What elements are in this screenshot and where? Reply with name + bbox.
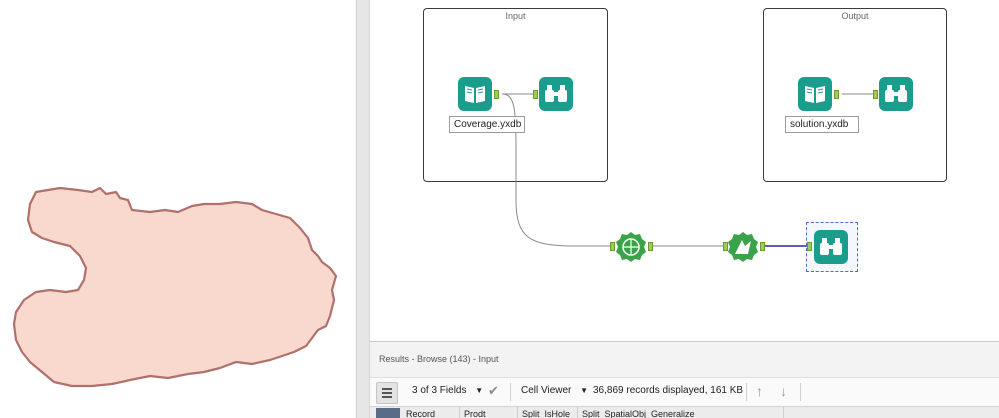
records-status: 36,869 records displayed, 161 KB	[593, 385, 744, 396]
results-title: Results - Browse (143) - Input	[379, 354, 499, 364]
results-panel-header: Results - Browse (143) - Input	[370, 341, 999, 377]
cell-viewer-label: Cell Viewer	[521, 385, 572, 396]
input-data-tool[interactable]	[458, 77, 492, 111]
book-icon	[465, 86, 485, 103]
chevron-down-icon: ▼	[580, 386, 589, 395]
map-preview-pane	[0, 0, 356, 418]
binoculars-icon	[885, 85, 907, 102]
browse-output-input-anchor[interactable]	[873, 90, 878, 99]
browse-tool-input[interactable]	[539, 77, 573, 111]
browse-tool-output[interactable]	[879, 77, 913, 111]
list-view-button[interactable]	[376, 382, 398, 404]
results-toolbar: 3 of 3 Fields ▼ ✔ Cell Viewer ▼ 36,869 r…	[370, 377, 999, 406]
output-output-anchor[interactable]	[834, 90, 839, 99]
binoculars-icon	[820, 238, 842, 255]
spatial-process-icon	[616, 232, 646, 262]
input-output-anchor[interactable]	[494, 90, 499, 99]
browse-selected-input-anchor[interactable]	[807, 242, 812, 251]
list-view-icon	[382, 388, 392, 398]
chevron-down-icon: ▼	[475, 386, 484, 395]
generalize-icon	[728, 232, 758, 262]
column-header-record[interactable]: Record	[402, 407, 460, 418]
output-data-tool[interactable]	[798, 77, 832, 111]
book-icon	[805, 86, 825, 103]
toolbar-separator	[800, 383, 801, 401]
checkmark-icon: ✔	[488, 383, 499, 398]
browse-tool-selected[interactable]	[814, 230, 848, 264]
generalize-output-anchor[interactable]	[760, 242, 765, 251]
output-file-label: solution.yxdb	[785, 116, 859, 133]
results-grid-header: Record Prodt Split_IsHole Split_SpatialO…	[370, 406, 999, 418]
coverage-polygon-shape	[12, 186, 338, 388]
fields-label: 3 of 3 Fields	[412, 385, 467, 396]
column-header-prodt[interactable]: Prodt	[460, 407, 518, 418]
apply-fields-button[interactable]: ✔	[488, 383, 499, 399]
toolbar-separator	[746, 383, 747, 401]
connections-layer	[501, 93, 873, 247]
cell-viewer-dropdown[interactable]: Cell Viewer ▼	[521, 385, 588, 396]
pane-splitter[interactable]	[356, 0, 370, 418]
arrow-up-icon[interactable]: ↑	[756, 383, 763, 399]
spatial-process-tool[interactable]	[615, 231, 647, 268]
grid-corner-icon[interactable]	[376, 408, 400, 418]
app-root: Input Output Coverage.yxdb solution.yxdb…	[0, 0, 999, 418]
toolbar-separator	[510, 383, 511, 401]
binoculars-icon	[545, 85, 567, 102]
arrow-down-icon[interactable]: ↓	[780, 383, 787, 399]
column-header-split-spatialobj[interactable]: Split_SpatialObj_Generalize	[578, 407, 784, 418]
browse-input-anchor[interactable]	[533, 90, 538, 99]
workflow-canvas[interactable]: Input Output Coverage.yxdb solution.yxdb	[370, 0, 999, 341]
generalize-tool[interactable]	[727, 231, 759, 268]
input-file-label: Coverage.yxdb	[449, 116, 525, 133]
fields-dropdown[interactable]: 3 of 3 Fields ▼	[412, 385, 483, 396]
spatial-output-anchor[interactable]	[648, 242, 653, 251]
column-header-split-isHole[interactable]: Split_IsHole	[518, 407, 578, 418]
